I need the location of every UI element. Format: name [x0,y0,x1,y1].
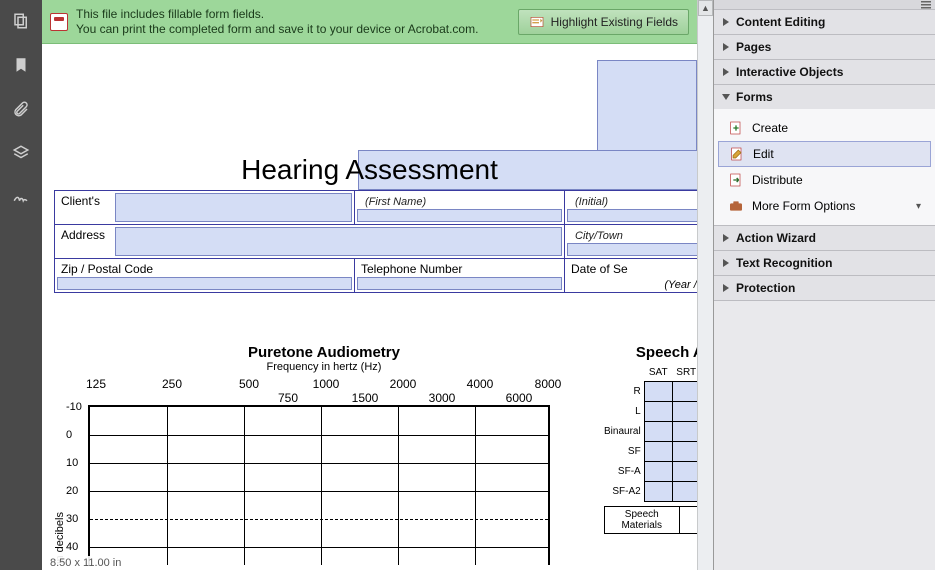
chevron-down-icon: ▾ [916,201,921,212]
street-field[interactable] [115,227,562,256]
attachment-icon[interactable] [10,98,32,120]
page-size-status: 8.50 x 11.00 in [46,556,125,570]
label-date-sub: (Year / M [664,279,697,291]
audiogram-title: Puretone Audiometry [54,344,594,361]
firstname-field[interactable] [357,209,562,222]
label-city: City/Town [575,230,623,242]
cell[interactable] [672,421,697,441]
chevron-right-icon [723,18,729,26]
chevron-right-icon [723,68,729,76]
zip-field[interactable] [57,277,352,290]
chevron-right-icon [723,43,729,51]
chevron-right-icon [723,259,729,267]
speech-title: Speech Aud [604,344,697,361]
label-clients: Client's [61,194,100,208]
label-date: Date of Se [571,262,628,276]
cell[interactable] [644,461,672,481]
section-pages: Pages [714,35,935,60]
label-phone: Telephone Number [361,262,462,276]
section-forms: Forms Create Edit Distribute More Form O… [714,85,935,226]
label-initial: (Initial) [575,196,608,208]
speech-audiometry: Speech Aud SAT SRT Mask R L Binaural SF … [604,344,697,534]
materials-row: Speech Materials SR DIS [604,506,697,534]
audiogram-subtitle: Frequency in hertz (Hz) [54,361,594,373]
x-axis-major: 125 250 500 1000 2000 4000 8000 [54,377,594,391]
banner-text: This file includes fillable form fields.… [76,7,518,37]
cell[interactable] [672,441,697,461]
cell[interactable] [672,481,697,501]
chevron-right-icon [723,234,729,242]
tools-panel: Content Editing Pages Interactive Object… [713,0,935,570]
document-viewer[interactable]: Hearing Assessment Client's (Surname) (F… [42,44,697,570]
pdf-form-icon [50,13,68,31]
cell[interactable] [644,441,672,461]
label-address: Address [61,228,105,242]
forms-create[interactable]: Create [714,115,935,141]
col-sat: SAT [644,365,672,381]
city-field[interactable] [567,243,697,256]
col-srt: SRT [672,365,697,381]
section-interactive-objects: Interactive Objects [714,60,935,85]
audiogram-grid: -10 0 10 20 30 40 [88,405,550,565]
highlight-fields-button[interactable]: Highlight Existing Fields [518,9,689,35]
speech-materials: Speech Materials [605,507,680,533]
thumbnails-icon[interactable] [10,10,32,32]
cell[interactable] [644,401,672,421]
forms-edit[interactable]: Edit [718,141,931,167]
layers-icon[interactable] [10,142,32,164]
page-title: Hearing Assessment [42,154,697,186]
chevron-right-icon [723,284,729,292]
audiogram: Puretone Audiometry Frequency in hertz (… [54,344,594,565]
panel-menu-icon[interactable] [714,0,935,10]
client-info-table: Client's (Surname) (First Name) (Initial… [54,190,697,293]
section-protection: Protection [714,276,935,301]
nav-rail [0,0,42,570]
chevron-down-icon [722,94,730,100]
scroll-up-button[interactable]: ▲ [698,0,713,16]
forms-more-options[interactable]: More Form Options ▾ [714,193,935,219]
label-firstname: (First Name) [365,196,426,208]
initial-field[interactable] [567,209,697,222]
signature-icon[interactable] [10,186,32,208]
section-text-recognition: Text Recognition [714,251,935,276]
label-zip: Zip / Postal Code [61,262,153,276]
forms-distribute[interactable]: Distribute [714,167,935,193]
surname-field[interactable] [115,193,352,222]
phone-field[interactable] [357,277,562,290]
cell[interactable] [672,401,697,421]
cell[interactable] [672,461,697,481]
cell[interactable] [672,381,697,401]
cell[interactable] [644,381,672,401]
vertical-scrollbar[interactable]: ▲ [697,0,713,570]
section-action-wizard: Action Wizard [714,226,935,251]
sr-dis: SR DIS [680,507,698,533]
bookmark-icon[interactable] [10,54,32,76]
section-content-editing: Content Editing [714,10,935,35]
cell[interactable] [644,421,672,441]
cell[interactable] [644,481,672,501]
form-banner: This file includes fillable form fields.… [42,0,697,44]
x-axis-minor: 750 1500 3000 6000 [54,391,594,405]
